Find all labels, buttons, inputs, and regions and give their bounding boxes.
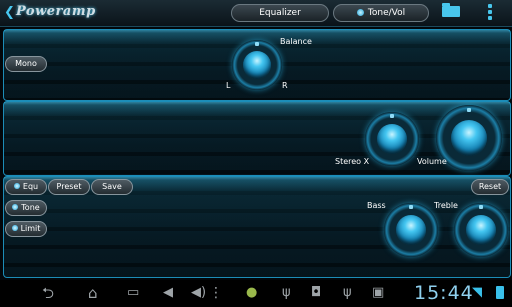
balance-label: Balance [280,37,312,46]
equ-led-icon [13,183,20,189]
limit-toggle-label: Limit [20,224,41,233]
usb-icon: ψ [282,285,291,300]
volume-up-icon[interactable]: ◀) [191,285,206,301]
limit-toggle[interactable]: Limit [5,221,47,237]
active-led-icon [356,9,364,16]
bass-label: Bass [367,201,386,210]
preset-button-label: Preset [56,182,82,191]
volume-panel: Stereo X Volume [3,101,511,176]
tone-toggle[interactable]: Tone [5,200,47,216]
mono-button-label: Mono [15,59,37,68]
mono-button[interactable]: Mono [5,56,47,72]
limit-led-icon [11,225,18,231]
wifi-icon: ◥ [472,285,482,300]
overflow-menu-icon[interactable] [487,2,493,22]
balance-left-label: L [226,81,231,90]
overflow-icon[interactable]: ⋮ [209,285,223,301]
tone-led-icon [12,204,19,210]
status-clock: 15:44 [414,282,474,304]
back-icon[interactable]: ❮ [4,5,15,21]
folder-icon[interactable] [442,3,460,17]
treble-knob[interactable] [454,203,508,257]
balance-panel: Mono Balance L R [3,29,511,101]
reset-button-label: Reset [478,182,502,191]
tone-toggle-label: Tone [21,203,40,212]
treble-label: Treble [434,201,458,210]
tone-panel: Equ Preset Save Reset Tone Limit Bass Tr… [3,176,511,278]
reset-button[interactable]: Reset [471,179,509,195]
battery-icon [496,286,504,299]
android-icon: ● [246,285,258,300]
system-navigation-bar: ⮌ ⌂ ▭ ◀ ◀) ⋮ ● ψ ◘ ψ ▣ 15:44 ◥ [0,280,512,307]
android-debug-icon: ◘ [311,285,322,300]
tab-equalizer[interactable]: Equalizer [231,4,329,22]
stereo-x-knob[interactable] [365,112,419,166]
preset-button[interactable]: Preset [48,179,90,195]
save-button-label: Save [102,182,122,191]
volume-label: Volume [417,157,447,166]
equ-toggle[interactable]: Equ [5,179,47,195]
tab-tone-vol[interactable]: Tone/Vol [333,4,429,22]
save-button[interactable]: Save [91,179,133,195]
balance-knob[interactable] [232,40,282,90]
back-icon[interactable]: ⮌ [42,285,54,301]
recent-apps-icon[interactable]: ▭ [127,285,139,301]
stereo-x-label: Stereo X [335,157,370,166]
home-icon[interactable]: ⌂ [88,285,98,301]
usb-icon: ψ [343,285,352,300]
app-title: Poweramp [16,4,96,19]
app-toolbar: ❮ Poweramp Equalizer Tone/Vol [0,0,512,27]
tab-equalizer-label: Equalizer [259,8,301,18]
tab-tone-vol-label: Tone/Vol [367,8,406,18]
screenshot-icon: ▣ [372,285,385,300]
balance-right-label: R [282,81,288,90]
bass-knob[interactable] [384,203,438,257]
equ-toggle-label: Equ [22,182,39,191]
volume-down-icon[interactable]: ◀ [163,285,173,301]
